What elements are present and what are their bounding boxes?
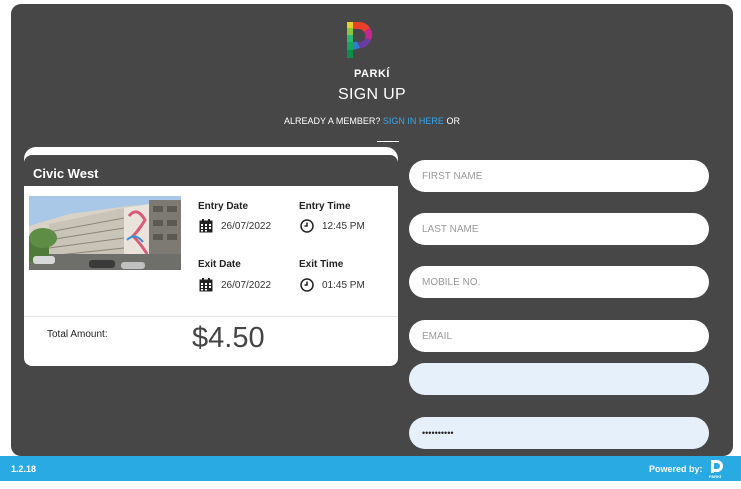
- location-name: Civic West: [24, 155, 398, 186]
- brand-name: PARKÍ: [354, 68, 390, 80]
- total-amount-value: $4.50: [192, 322, 265, 354]
- calendar-icon: [199, 219, 213, 233]
- exit-time-label: Exit Time: [299, 259, 344, 270]
- powered-by-label: Powered by:: [649, 464, 703, 474]
- footer-bar: 1.2.18 Powered by: PARKÍ: [0, 456, 741, 481]
- first-name-field[interactable]: [409, 160, 709, 192]
- exit-date-label: Exit Date: [198, 259, 241, 270]
- total-amount-label: Total Amount:: [47, 329, 108, 340]
- autofilled-field[interactable]: [409, 363, 709, 395]
- sign-in-link[interactable]: SIGN IN HERE: [383, 116, 444, 126]
- member-prompt: ALREADY A MEMBER? SIGN IN HERE OR: [11, 116, 733, 126]
- member-text: ALREADY A MEMBER?: [284, 116, 381, 126]
- email-field[interactable]: [409, 320, 709, 352]
- calendar-icon: [199, 278, 213, 292]
- entry-date-label: Entry Date: [198, 201, 249, 212]
- entry-time-label: Entry Time: [299, 201, 351, 212]
- entry-date-value: 26/07/2022: [221, 221, 272, 232]
- entry-time-value: 12:45 PM: [322, 221, 365, 232]
- booking-summary-card: Civic West Entry Date 26/07/2022 Entry T…: [24, 155, 398, 366]
- tab-indicator: [377, 141, 399, 142]
- mobile-field[interactable]: [409, 266, 709, 298]
- clock-icon: [300, 278, 314, 292]
- app-version: 1.2.18: [11, 464, 37, 474]
- or-text: OR: [446, 116, 460, 126]
- exit-date-value: 26/07/2022: [221, 280, 272, 291]
- password-field[interactable]: [409, 417, 709, 449]
- signup-panel: PARKÍ SIGN UP ALREADY A MEMBER? SIGN IN …: [11, 4, 733, 456]
- clock-icon: [300, 219, 314, 233]
- card-divider: [24, 316, 398, 317]
- exit-time-value: 01:45 PM: [322, 280, 365, 291]
- last-name-field[interactable]: [409, 213, 709, 245]
- footer-logo-text: PARKÍ: [709, 474, 722, 479]
- parki-logo-icon: [347, 21, 373, 58]
- location-photo: [29, 196, 181, 270]
- page-title: SIGN UP: [338, 86, 406, 103]
